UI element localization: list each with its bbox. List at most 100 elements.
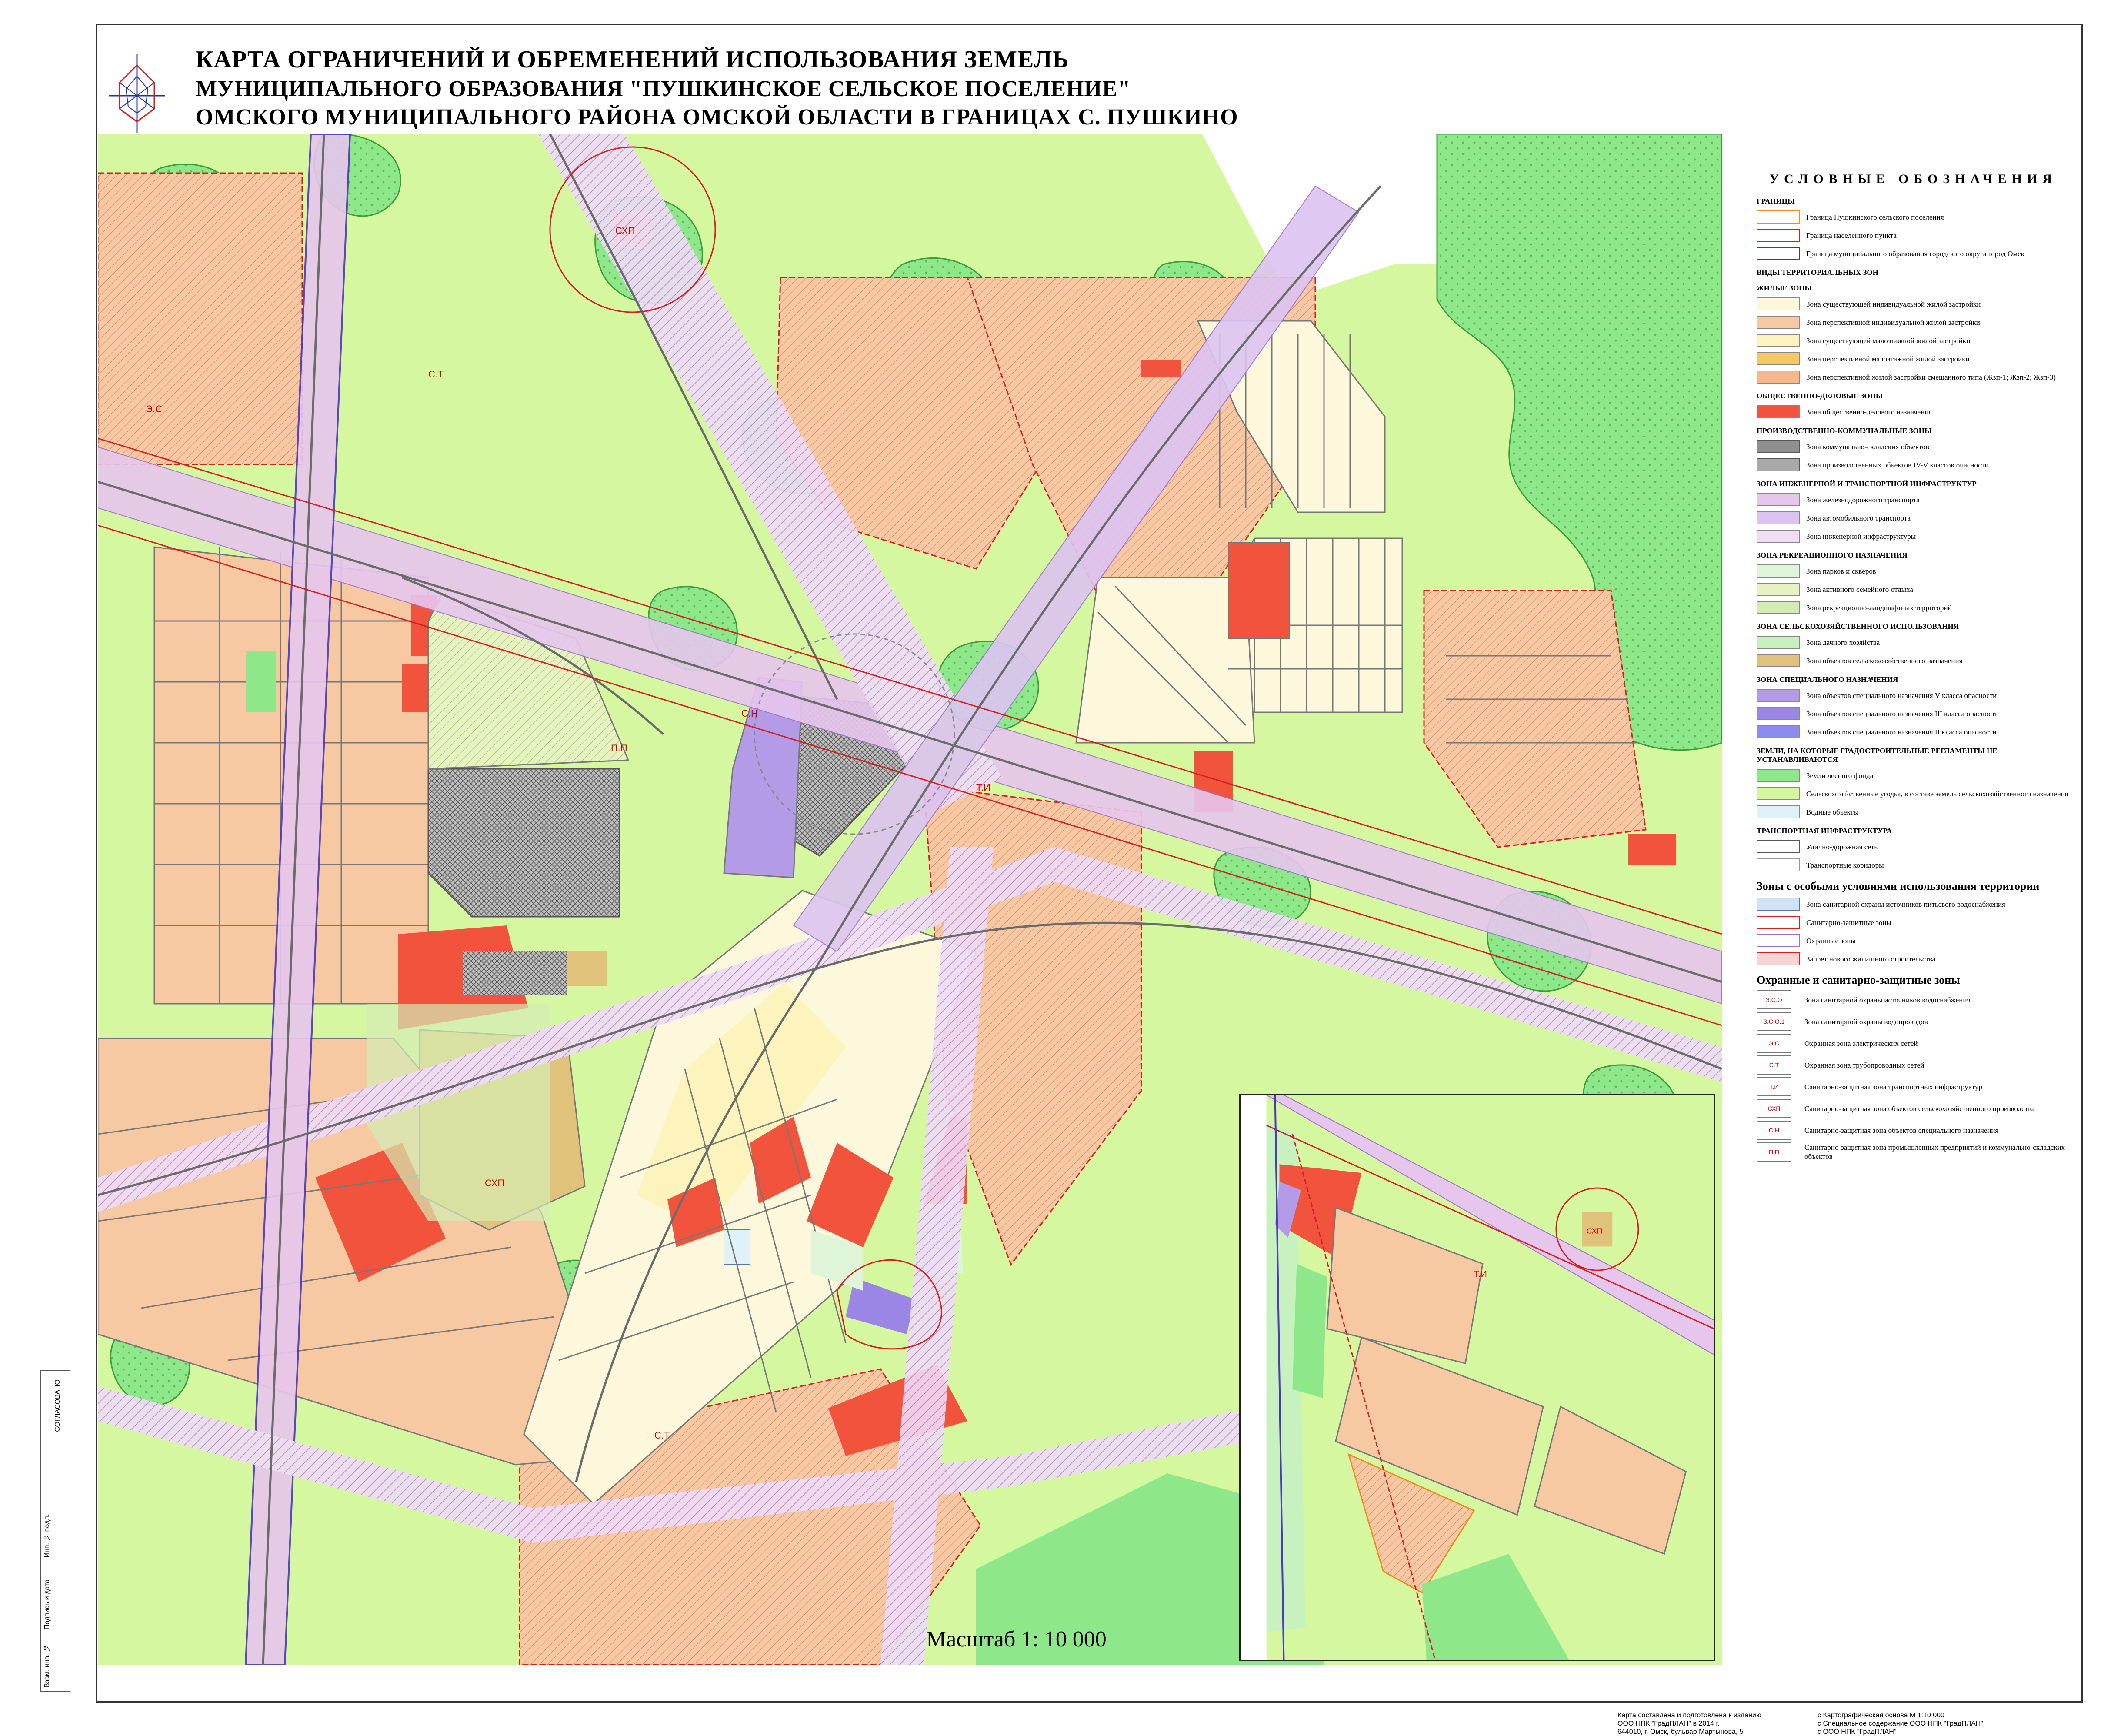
legend-swatch [1757,493,1800,506]
legend-item-label: Транспортные коридоры [1806,861,1884,869]
label-ti: Т.И [976,782,990,793]
legend-swatch [1757,210,1800,224]
legend-swatch [1757,316,1800,329]
legend-item: Граница муниципального образования город… [1757,246,2070,261]
legend-swatch [1757,916,1800,929]
legend-section-heading: ОБЩЕСТВЕННО-ДЕЛОВЫЕ ЗОНЫ [1757,392,1883,400]
legend-item-label: Зона объектов специального назначения II… [1806,709,1999,718]
legend-swatch [1757,707,1800,720]
title-line-2: МУНИЦИПАЛЬНОГО ОБРАЗОВАНИЯ "ПУШКИНСКОЕ С… [196,77,1131,101]
legend-item: Улично-дорожная сеть [1757,839,2070,855]
legend-section-heading: ТРАНСПОРТНАЯ ИНФРАСТРУКТУРА [1757,827,1892,835]
legend-swatch [1757,805,1800,818]
legend-section-heading: ЗОНА ИНЖЕНЕРНОЙ И ТРАНСПОРТНОЙ ИНФРАСТРУ… [1757,480,1977,488]
title-line-3: ОМСКОГО МУНИЦИПАЛЬНОГО РАЙОНА ОМСКОЙ ОБЛ… [196,105,1238,130]
legend-item-label: Зона санитарной охраны источников питьев… [1806,900,2005,908]
legend-code-badge: З.С.О [1757,990,1791,1009]
legend-protect-item: СХП Санитарно-защитная зона объектов сель… [1757,1099,2070,1118]
legend-item-label: Зона автомобильного транспорта [1806,514,1911,522]
legend-item: Зона объектов специального назначения II… [1757,724,2070,740]
legend-swatch [1757,636,1800,649]
legend-protect-item: П.П Санитарно-защитная зона промышленных … [1757,1142,2070,1162]
legend-section-heading: ЗОНА РЕКРЕАЦИОННОГО НАЗНАЧЕНИЯ [1757,551,1908,559]
legend-swatch [1757,601,1800,614]
legend-section-heading: ЗЕМЛИ, НА КОТОРЫЕ ГРАДОСТРОИТЕЛЬНЫЕ РЕГЛ… [1757,747,1998,764]
legend-item-label: Зона коммунально-складских объектов [1806,442,1929,451]
credits-right-line-1: с Картографическая основа М 1:10 000 [1818,1712,1944,1719]
legend-protect-item: С.Т Охранная зона трубопроводных сетей [1757,1055,2070,1075]
legend-item-label: Зона существующей индивидуальной жилой з… [1806,300,1981,308]
legend-item: Сельскохозяйственные угодья, в составе з… [1757,786,2070,801]
label-skp-central: СХП [485,1178,504,1188]
legend-item-label: Зона парков и скверов [1806,567,1876,575]
legend-item-label: Зона перспективной малоэтажной жилой зас… [1806,354,1970,363]
legend-section-heading: ЗОНА СЕЛЬСКОХОЗЯЙСТВЕННОГО ИСПОЛЬЗОВАНИЯ [1757,622,1959,631]
legend-swatch [1757,511,1800,524]
compass-rose-icon [109,54,165,133]
legend-code-badge: З.С.О.1 [1757,1012,1791,1031]
stamp-row-2: Подпись и дата [43,1579,51,1630]
legend-swatch [1757,247,1800,260]
legend-swatch [1757,654,1800,667]
stamp-row-1: Инв. № подл. [43,1514,51,1558]
legend-swatch [1757,725,1800,738]
legend-section-heading: ЖИЛЫЕ ЗОНЫ [1757,284,1812,292]
legend-item-label: Зона объектов сельскохозяйственного назн… [1806,656,1963,665]
legend-item: Земли лесного фонда [1757,768,2070,783]
legend-item: Зона общественно-делового назначения [1757,404,2070,420]
legend-protect-heading: Охранные и санитарно-защитные зоны [1757,974,1960,986]
approval-stamp: СОГЛАСОВАНО Инв. № подл. Подпись и дата … [40,1370,70,1692]
legend-item-label: Земли лесного фонда [1806,771,1874,780]
label-st-north: С.Т [428,369,444,380]
legend-item: Зона объектов специального назначения II… [1757,706,2070,721]
legend-item: Зона автомобильного транспорта [1757,510,2070,526]
legend-protect-item: Э.С Охранная зона электрических сетей [1757,1034,2070,1053]
legend-panel: УСЛОВНЫЕ ОБОЗНАЧЕНИЯ ГРАНИЦЫ Граница Пушк… [1757,172,2070,1164]
legend-protect-item: З.С.О.1 Зона санитарной охраны водопровод… [1757,1012,2070,1031]
legend-special-items: Зона санитарной охраны источников питьев… [1757,896,2070,967]
legend-item-label: Санитарно-защитные зоны [1806,918,1891,927]
inset-map[interactable]: Т.И СХП [1239,1094,1715,1661]
legend-item: Граница Пушкинского сельского поселения [1757,209,2070,225]
legend-code-badge: С.Н [1757,1121,1791,1140]
legend-swatch [1757,787,1800,800]
legend-item: Зона парков и скверов [1757,563,2070,579]
legend-item-label: Зона существующей малоэтажной жилой заст… [1806,336,1971,345]
legend-item: Охранные зоны [1757,933,2070,948]
legend-swatch [1757,858,1800,871]
legend-swatch [1757,689,1800,702]
legend-item-label: Зона санитарной охраны водопроводов [1804,1017,1928,1026]
legend-item-label: Зона санитарной охраны источников водосн… [1804,995,1971,1004]
label-st-south: С.Т [654,1430,670,1441]
legend-item-label: Зона железнодорожного транспорта [1806,495,1920,504]
legend-item: Зона перспективной малоэтажной жилой зас… [1757,351,2070,367]
credits-left-line-1: Карта составлена и подготовлена к издани… [1617,1712,1761,1719]
legend-item-label: Зона перспективной жилой застройки смеша… [1806,373,2056,381]
legend-protect-item: С.Н Санитарно-защитная зона объектов спец… [1757,1121,2070,1140]
legend-item: Зона инженерной инфраструктуры [1757,528,2070,544]
legend-item: Зона рекреационно-ландшафтных территорий [1757,600,2070,615]
credits-right-line-3: с ООО НПК "ГрадПЛАН" [1818,1728,1897,1736]
legend-swatch [1757,440,1800,453]
legend-swatch [1757,564,1800,578]
legend-item: Зона перспективной индивидуальной жилой … [1757,314,2070,330]
credits-left-line-2: ООО НПК "ГрадПЛАН" в 2014 г. [1617,1720,1720,1727]
legend-item-label: Охранные зоны [1806,936,1856,945]
legend-item-label: Санитарно-защитная зона транспортных инф… [1804,1082,1982,1091]
legend-item-label: Граница населенного пункта [1806,231,1897,240]
inset-forest-strip [1292,1264,1327,1398]
legend-title: УСЛОВНЫЕ ОБОЗНАЧЕНИЯ [1769,172,2057,186]
legend-special-heading: Зоны с особыми условиями использования т… [1757,880,2040,892]
legend-swatch [1757,952,1800,965]
legend-item-label: Зона перспективной индивидуальной жилой … [1806,318,1980,327]
inset-label-ti: Т.И [1474,1269,1487,1279]
label-sn: С.Н [741,708,758,719]
legend-item: Запрет нового жилищного строительства [1757,951,2070,967]
label-es: Э.С [146,404,162,414]
legend-item-label: Санитарно-защитная зона объектов сельско… [1804,1104,2035,1113]
legend-swatch [1757,898,1800,911]
legend-code-badge: П.П [1757,1142,1791,1162]
legend-item: Зона объектов сельскохозяйственного назн… [1757,653,2070,668]
legend-swatch [1757,334,1800,347]
credits-right: с Картографическая основа М 1:10 000 с С… [1818,1711,1983,1736]
